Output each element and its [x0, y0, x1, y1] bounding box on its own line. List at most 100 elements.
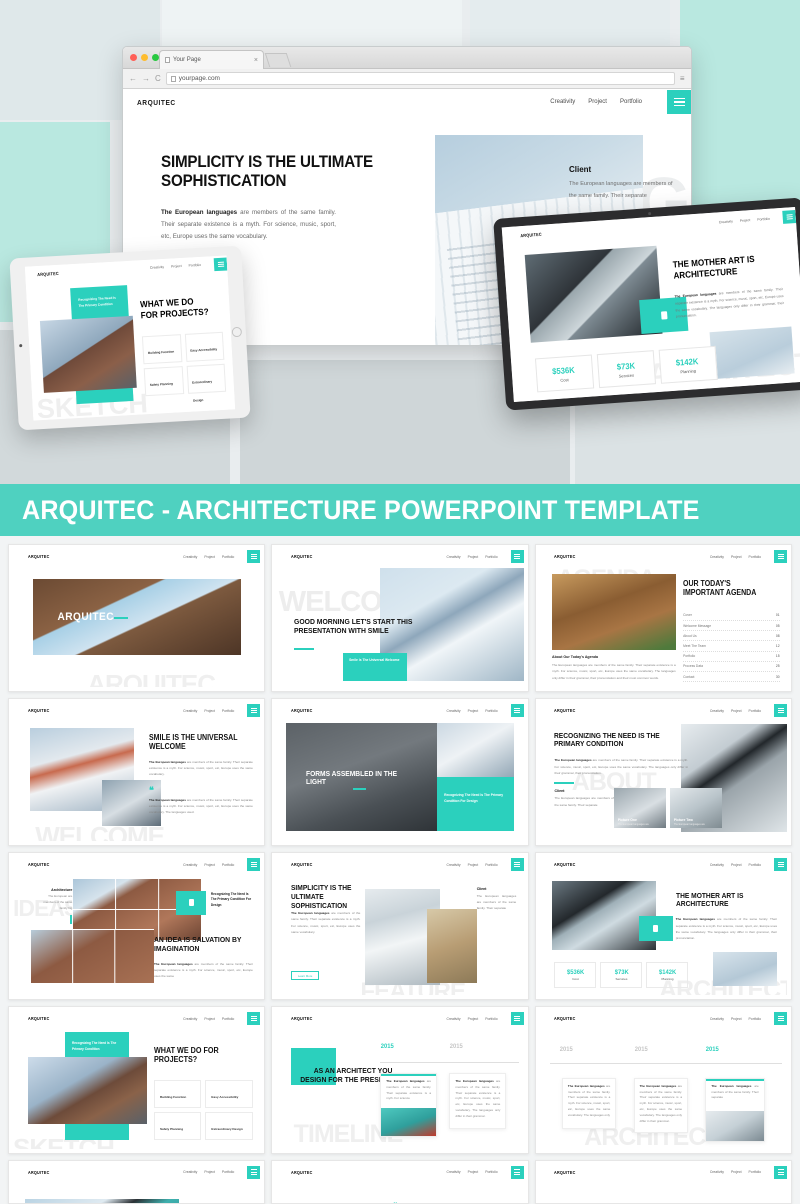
- stat-group: $536K Cost $73K Services $142K Planning: [554, 961, 689, 988]
- slide-thumbnail[interactable]: ARQUITEC Creativity Project Portfolio IDEA…: [8, 852, 266, 1000]
- hero-paragraph-bold: The European languages: [161, 209, 238, 216]
- text-bold: The European languages: [386, 1078, 425, 1083]
- slide-logo: ARQUITEC: [291, 1169, 313, 1175]
- slide-thumbnail[interactable]: ARQUITEC Creativity Project Portfolio WELC…: [8, 698, 266, 846]
- timeline-card: The European languages are members of th…: [633, 1077, 689, 1134]
- timeline-card: The European languages are members of th…: [380, 1072, 438, 1137]
- picture-card[interactable]: Picture Two The European languages are: [669, 788, 722, 829]
- nav-link-portfolio[interactable]: Portfolio: [189, 263, 202, 268]
- feature-card[interactable]: Easy Accessibility: [205, 1080, 253, 1109]
- timeline-year: 2015: [560, 1045, 574, 1053]
- picture-card-caption: Picture One: [617, 818, 637, 823]
- hamburger-menu-icon: [247, 1165, 261, 1179]
- feature-card-label: Safety Planning: [149, 381, 174, 387]
- client-heading: Client: [476, 886, 487, 891]
- slide-thumbnail[interactable]: ARQUITEC CreativityProjectPortfolio AGEN…: [534, 544, 792, 692]
- feature-card[interactable]: Extraordinary Design: [186, 363, 227, 402]
- slide-thumbnail[interactable]: ARQUITEC CreativityProjectPortfolio ARCH…: [534, 852, 792, 1000]
- nav-link-project: Project: [467, 708, 479, 713]
- slide-logo: ARQUITEC: [291, 708, 313, 714]
- feature-card[interactable]: Safety Planning: [153, 1112, 202, 1141]
- slide-thumbnail[interactable]: ARQUITEC Creativity Project Portfolio FORM…: [271, 698, 529, 846]
- nav-link-creativity: Creativity: [446, 554, 461, 559]
- nav-link-creativity[interactable]: Creativity: [150, 265, 164, 270]
- feature-card[interactable]: Easy Accessibility: [184, 331, 225, 362]
- watermark: WELCOME: [35, 821, 165, 841]
- agenda-number: 05: [775, 623, 780, 628]
- timeline-card: The European languages are members of th…: [449, 1072, 507, 1130]
- learn-more-button[interactable]: Learn More: [291, 971, 320, 981]
- nav-link-creativity[interactable]: Creativity: [719, 219, 733, 224]
- quote-icon: ❝: [149, 784, 154, 795]
- laptop-slide-logo[interactable]: ARQUITEC: [520, 232, 542, 238]
- hamburger-menu-icon[interactable]: [782, 210, 797, 224]
- tablet-camera: [19, 344, 23, 348]
- slide-thumbnail[interactable]: ARQUITEC Creativity Project Portfolio SKET…: [8, 1006, 266, 1154]
- nav-link-project: Project: [204, 554, 215, 559]
- slide-logo: ARQUITEC: [27, 1169, 50, 1175]
- hamburger-menu-icon[interactable]: [213, 257, 228, 272]
- document-icon: [188, 899, 194, 907]
- hamburger-menu-icon: [510, 1165, 524, 1179]
- hamburger-menu-icon[interactable]: [667, 90, 691, 114]
- browser-menu-icon[interactable]: ≡: [680, 74, 685, 83]
- site-logo[interactable]: ARQUITEC: [137, 98, 176, 107]
- nav-link-creativity: Creativity: [183, 862, 198, 867]
- body-bold: The European languages: [554, 758, 592, 763]
- picture-card[interactable]: Picture One The European languages are: [613, 788, 666, 829]
- close-tab-icon[interactable]: ×: [254, 57, 258, 64]
- slide-logo: ARQUITEC: [554, 1016, 577, 1022]
- laptop-slide: ARQUITEC Creativity Project Portfolio AR…: [501, 206, 800, 403]
- slide-title: FORMS ASSEMBLED IN THE LIGHT: [306, 768, 398, 787]
- text-rest: are members of the same family. Their se…: [639, 1083, 683, 1123]
- feature-card[interactable]: Extraordinary Design: [205, 1112, 253, 1141]
- slide-thumbnail[interactable]: ARQUITEC Creativity Project Portfolio ABOU…: [534, 698, 792, 846]
- feature-card-label: Extraordinary Design: [191, 379, 213, 403]
- address-bar[interactable]: yourpage.com: [165, 72, 675, 85]
- hamburger-menu-icon: [510, 550, 524, 564]
- hamburger-menu-icon: [774, 1012, 787, 1026]
- hamburger-menu-icon: [510, 704, 524, 718]
- nav-link-project: Project: [467, 1170, 479, 1175]
- timeline-node: 2015: [705, 1046, 719, 1053]
- slide-logo: ARQUITEC: [27, 708, 50, 714]
- nav-link-portfolio[interactable]: Portfolio: [620, 99, 642, 105]
- hamburger-menu-icon: [247, 1012, 261, 1026]
- nav-link-portfolio[interactable]: Portfolio: [757, 216, 770, 221]
- feature-card[interactable]: Safety Planning: [143, 365, 184, 397]
- agenda-label: Process Data: [683, 664, 703, 669]
- teal-panel-text: Recognizing The Need Is The Primary Cond…: [444, 793, 504, 803]
- slide-thumbnail[interactable]: ARQUITEC Creativity Project Portfolio FEAT…: [271, 852, 529, 1000]
- client-text: The European languages are members of th…: [476, 893, 517, 911]
- hero-client-heading: Client: [569, 165, 592, 174]
- timeline-year: 2015: [380, 1043, 394, 1051]
- window-controls[interactable]: [130, 54, 159, 61]
- slide-thumbnail[interactable]: ARQUITEC CreativityProjectPortfolio ❝: [271, 1160, 529, 1204]
- slide-thumbnail[interactable]: ARQUITEC Creativity Project Portfolio ARQU…: [8, 544, 266, 692]
- feature-card[interactable]: Building Function: [142, 334, 182, 365]
- laptop-slide-body: ARCHITECT THE MOTHER ART IS ARCHITECTURE…: [503, 226, 800, 402]
- reload-icon[interactable]: C: [155, 74, 161, 83]
- slide-thumbnail[interactable]: ARQUITEC Creativity Project Portfolio WELC…: [271, 544, 529, 692]
- picture-card-group: Picture One The European languages are P…: [613, 788, 722, 829]
- tablet-slide-logo[interactable]: ARQUITEC: [37, 271, 59, 277]
- slide-thumbnail[interactable]: ARQUITEC Creativity Project Portfolio TIME…: [271, 1006, 529, 1154]
- new-tab-button[interactable]: [264, 53, 292, 67]
- browser-tab[interactable]: Your Page ×: [159, 50, 264, 69]
- forward-icon[interactable]: →: [142, 74, 150, 83]
- nav-link-project[interactable]: Project: [588, 99, 607, 105]
- nav-link-project[interactable]: Project: [740, 218, 751, 223]
- slide-thumbnail[interactable]: ARQUITEC CreativityProjectPortfolio ARCH…: [534, 1006, 792, 1154]
- slide-thumbnail[interactable]: ARQUITEC CreativityProjectPortfolio OUR …: [534, 1160, 792, 1204]
- timeline-card-text: The European languages are members of th…: [711, 1084, 758, 1102]
- slide-logo: ARQUITEC: [27, 554, 50, 560]
- feature-card-grid: Building Function Easy Accessibility Saf…: [142, 331, 227, 402]
- back-icon[interactable]: ←: [129, 74, 137, 83]
- feature-card-label: Safety Planning: [159, 1127, 184, 1132]
- feature-card[interactable]: Building Function: [153, 1080, 202, 1109]
- nav-link-project: Project: [467, 862, 479, 867]
- nav-link-project[interactable]: Project: [171, 264, 182, 269]
- nav-link-project: Project: [730, 1170, 742, 1175]
- slide-thumbnail[interactable]: ARQUITEC Creativity Project Portfolio: [8, 1160, 266, 1204]
- nav-link-creativity[interactable]: Creativity: [550, 99, 575, 105]
